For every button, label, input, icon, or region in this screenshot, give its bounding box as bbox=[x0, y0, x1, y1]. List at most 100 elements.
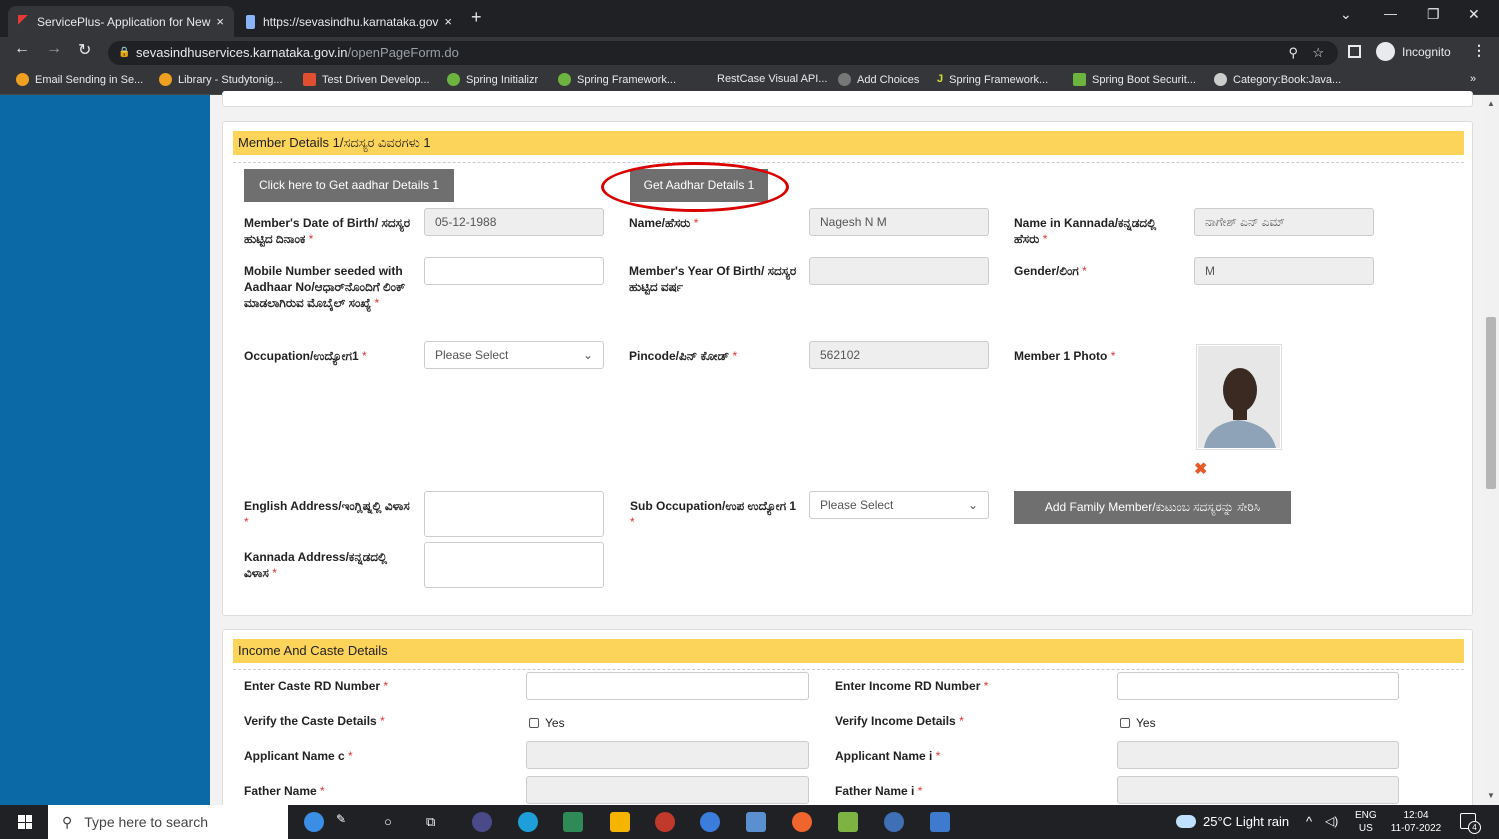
sub-occupation-select[interactable]: Please Select ⌄ bbox=[809, 491, 989, 519]
weather-text[interactable]: 25°C Light rain bbox=[1203, 814, 1289, 829]
page-scrollbar[interactable]: ▲ ▼ bbox=[1483, 95, 1499, 805]
gender-input[interactable]: M bbox=[1194, 257, 1374, 285]
search-icon: ⚲ bbox=[62, 813, 73, 830]
father-name-input[interactable] bbox=[526, 776, 809, 804]
income-caste-panel: Income And Caste Details Enter Caste RD … bbox=[222, 629, 1473, 829]
weather-widget-icon[interactable] bbox=[304, 812, 324, 832]
tab-sevasindhu[interactable]: https://sevasindhu.karnataka.gov × bbox=[236, 6, 462, 37]
chrome-icon[interactable] bbox=[700, 812, 720, 832]
name-input[interactable]: Nagesh N M bbox=[809, 208, 989, 236]
member-photo bbox=[1196, 344, 1282, 450]
scroll-down-icon[interactable]: ▼ bbox=[1487, 791, 1495, 800]
pgadmin-icon[interactable] bbox=[884, 812, 904, 832]
income-rd-input[interactable] bbox=[1117, 672, 1399, 700]
dob-label: Member's Date of Birth/ ಸದಸ್ಯರ ಹುಟ್ಟಿದ ದ… bbox=[244, 216, 411, 246]
url-field[interactable]: 🔒 sevasindhuservices.karnataka.gov.in/op… bbox=[108, 41, 1338, 65]
tray-chevron-icon[interactable]: ^ bbox=[1306, 814, 1312, 829]
bookmarks-overflow-icon[interactable]: » bbox=[1470, 73, 1476, 85]
sticky-notes-icon[interactable] bbox=[610, 812, 630, 832]
url-host: sevasindhuservices.karnataka.gov.in bbox=[136, 45, 348, 60]
remove-photo-icon[interactable]: ✖ bbox=[1194, 459, 1207, 479]
paint-icon[interactable]: ✎ bbox=[336, 812, 356, 832]
reload-icon[interactable]: ↻ bbox=[78, 40, 91, 60]
taskbar-search-box[interactable]: ⚲ Type here to search bbox=[48, 805, 288, 839]
name-kannada-input[interactable]: ನಾಗೇಶ್ ಎನ್ ಎಮ್ bbox=[1194, 208, 1374, 236]
language-indicator[interactable]: ENG US bbox=[1355, 809, 1377, 835]
spring-boot-icon bbox=[1073, 73, 1086, 86]
father-name-i-label: Father Name i * bbox=[835, 784, 923, 798]
url-path: /openPageForm.do bbox=[347, 45, 459, 60]
minimize-button[interactable]: — bbox=[1384, 6, 1397, 21]
yob-input[interactable] bbox=[809, 257, 989, 285]
menu-kebab-icon[interactable]: ⋮ bbox=[1472, 42, 1486, 59]
bookmark-item[interactable]: J Spring Framework... bbox=[937, 73, 1048, 86]
back-arrow-icon[interactable]: ← bbox=[14, 40, 30, 58]
cloud-rain-icon bbox=[1176, 815, 1196, 828]
caste-rd-label: Enter Caste RD Number * bbox=[244, 679, 389, 693]
app-icon[interactable] bbox=[655, 812, 675, 832]
verify-income-checkbox[interactable]: Yes bbox=[1120, 716, 1156, 730]
close-window-button[interactable]: ✕ bbox=[1468, 6, 1480, 23]
edge-icon[interactable] bbox=[518, 812, 538, 832]
cortana-icon[interactable]: ○ bbox=[384, 814, 392, 829]
bookmark-star-icon[interactable]: ☆ bbox=[1312, 41, 1324, 65]
scrollbar-thumb[interactable] bbox=[1486, 317, 1496, 489]
tab-label: https://sevasindhu.karnataka.gov bbox=[262, 14, 439, 29]
main-content: Member Details 1/ಸದಸ್ಯರ ವಿವರಗಳು 1 Click … bbox=[210, 91, 1483, 829]
occupation-select[interactable]: Please Select ⌄ bbox=[424, 341, 604, 369]
bookmark-item[interactable]: Spring Framework... bbox=[558, 73, 676, 86]
bookmark-item[interactable]: Test Driven Develop... bbox=[303, 73, 430, 86]
bookmark-item[interactable]: Email Sending in Se... bbox=[16, 73, 143, 86]
bookmark-item[interactable]: Add Choices bbox=[838, 73, 919, 86]
applicant-name-c-label: Applicant Name c * bbox=[244, 749, 353, 763]
kannada-address-input[interactable] bbox=[424, 542, 604, 588]
verify-caste-checkbox[interactable]: Yes bbox=[529, 716, 565, 730]
bookmark-item[interactable]: Spring Boot Securit... bbox=[1073, 73, 1196, 86]
zoom-search-icon[interactable]: ⚲ bbox=[1288, 41, 1298, 65]
add-family-member-button[interactable]: Add Family Member/ಕುಟುಂಬ ಸದಸ್ಯರನ್ನು ಸೇರಿ… bbox=[1014, 491, 1291, 524]
member-details-heading: Member Details 1/ಸದಸ್ಯರ ವಿವರಗಳು 1 bbox=[233, 131, 1464, 155]
eclipse-icon[interactable] bbox=[472, 812, 492, 832]
clock[interactable]: 12:04 11-07-2022 bbox=[1387, 809, 1445, 835]
notification-count-badge: 4 bbox=[1468, 821, 1481, 834]
checkbox-icon bbox=[1120, 718, 1130, 728]
applicant-name-c-input[interactable] bbox=[526, 741, 809, 769]
bookmark-item[interactable]: Category:Book:Java... bbox=[1214, 73, 1341, 86]
caste-rd-input[interactable] bbox=[526, 672, 809, 700]
incognito-icon bbox=[1376, 42, 1395, 61]
tab-serviceplus[interactable]: ServicePlus- Application for New × bbox=[8, 6, 234, 37]
name-kannada-label: Name in Kannada/ಕನ್ನಡದಲ್ಲಿ ಹೆಸರು * bbox=[1014, 216, 1157, 246]
close-tab-icon[interactable]: × bbox=[438, 14, 452, 29]
tab-label: ServicePlus- Application for New bbox=[36, 14, 211, 29]
scroll-up-icon[interactable]: ▲ bbox=[1487, 99, 1495, 108]
bookmark-item[interactable]: RestCase Visual API... bbox=[717, 73, 827, 85]
photos-icon[interactable] bbox=[838, 812, 858, 832]
windows-start-icon[interactable] bbox=[18, 815, 32, 829]
applicant-name-i-label: Applicant Name i * bbox=[835, 749, 941, 763]
bookmark-item[interactable]: Spring Initializr bbox=[447, 73, 538, 86]
click-get-aadhar-button[interactable]: Click here to Get aadhar Details 1 bbox=[244, 169, 454, 202]
mobile-input[interactable] bbox=[424, 257, 604, 285]
notepad-icon[interactable] bbox=[930, 812, 950, 832]
restore-button[interactable]: ❐ bbox=[1427, 6, 1440, 23]
snipping-tool-icon[interactable] bbox=[746, 812, 766, 832]
speaker-icon[interactable]: ◁) bbox=[1325, 814, 1338, 828]
divider bbox=[233, 669, 1464, 670]
pincode-input[interactable]: 562102 bbox=[809, 341, 989, 369]
bookmark-item[interactable]: Library - Studytonig... bbox=[159, 73, 283, 86]
applicant-name-i-input[interactable] bbox=[1117, 741, 1399, 769]
tdd-icon bbox=[303, 73, 316, 86]
forward-arrow-icon[interactable]: → bbox=[46, 40, 62, 58]
excel-icon[interactable] bbox=[563, 812, 583, 832]
postman-icon[interactable] bbox=[792, 812, 812, 832]
tab-search-dropdown-icon[interactable]: ⌄ bbox=[1340, 6, 1352, 23]
father-name-i-input[interactable] bbox=[1117, 776, 1399, 804]
english-address-input[interactable] bbox=[424, 491, 604, 537]
close-tab-icon[interactable]: × bbox=[210, 14, 224, 29]
dob-input[interactable]: 05-12-1988 bbox=[424, 208, 604, 236]
new-tab-button[interactable]: + bbox=[471, 7, 482, 28]
sidepanel-icon[interactable] bbox=[1348, 45, 1361, 58]
incognito-label[interactable]: Incognito bbox=[1402, 45, 1451, 59]
spring-icon bbox=[447, 73, 460, 86]
task-view-icon[interactable]: ⧉ bbox=[426, 814, 435, 830]
